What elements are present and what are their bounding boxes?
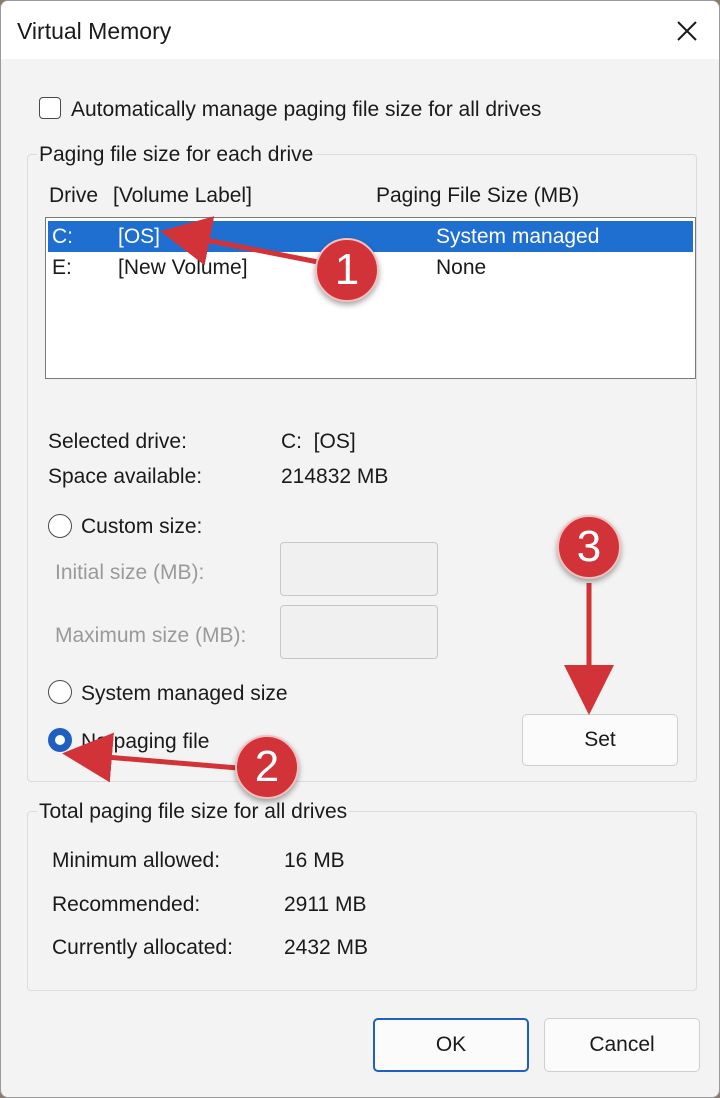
initial-size-field[interactable]: [280, 542, 438, 596]
close-icon: [677, 21, 697, 41]
space-available-value: 214832 MB: [281, 465, 389, 488]
ok-button[interactable]: OK: [373, 1018, 529, 1072]
minimum-allowed-value: 16 MB: [284, 849, 345, 872]
step-marker-2: 2: [235, 735, 299, 799]
auto-manage-label[interactable]: Automatically manage paging file size fo…: [71, 98, 541, 122]
header-volume-label: [Volume Label]: [113, 184, 252, 207]
currently-allocated-label: Currently allocated:: [52, 936, 233, 959]
system-managed-label[interactable]: System managed size: [81, 682, 288, 706]
initial-size-label: Initial size (MB):: [55, 561, 205, 584]
selected-drive-value: C: [OS]: [281, 430, 356, 453]
window-title: Virtual Memory: [17, 18, 172, 44]
drive-letter: E:: [52, 256, 72, 279]
paging-group-title: Paging file size for each drive: [37, 143, 316, 167]
close-button[interactable]: [659, 13, 715, 49]
header-paging-size: Paging File Size (MB): [376, 184, 580, 207]
cancel-button[interactable]: Cancel: [544, 1018, 700, 1072]
volume-label: [OS]: [118, 225, 161, 248]
no-paging-label[interactable]: No paging file: [81, 730, 209, 754]
space-available-label: Space available:: [48, 465, 203, 488]
drive-list[interactable]: C: [OS] System managed E: [New Volume] N…: [45, 217, 696, 379]
step-marker-3: 3: [557, 515, 621, 579]
step-marker-1: 1: [315, 238, 379, 302]
currently-allocated-value: 2432 MB: [284, 936, 369, 959]
drive-letter: C:: [52, 225, 73, 248]
selected-drive-label: Selected drive:: [48, 430, 187, 453]
volume-label: [New Volume]: [118, 256, 248, 279]
custom-size-label[interactable]: Custom size:: [81, 515, 202, 539]
title-bar: Virtual Memory: [1, 1, 719, 59]
system-managed-radio[interactable]: [48, 680, 72, 704]
paging-size: None: [436, 256, 487, 279]
header-drive: Drive: [49, 184, 99, 207]
auto-manage-checkbox[interactable]: [39, 97, 61, 119]
maximum-size-label: Maximum size (MB):: [55, 624, 247, 647]
set-button[interactable]: Set: [522, 714, 678, 766]
minimum-allowed-label: Minimum allowed:: [52, 849, 221, 872]
total-group-title: Total paging file size for all drives: [37, 800, 350, 824]
no-paging-radio[interactable]: [48, 728, 72, 752]
custom-size-radio[interactable]: [48, 514, 72, 538]
recommended-value: 2911 MB: [284, 893, 367, 916]
paging-size: System managed: [436, 225, 600, 248]
recommended-label: Recommended:: [52, 893, 201, 916]
maximum-size-field[interactable]: [280, 605, 438, 659]
